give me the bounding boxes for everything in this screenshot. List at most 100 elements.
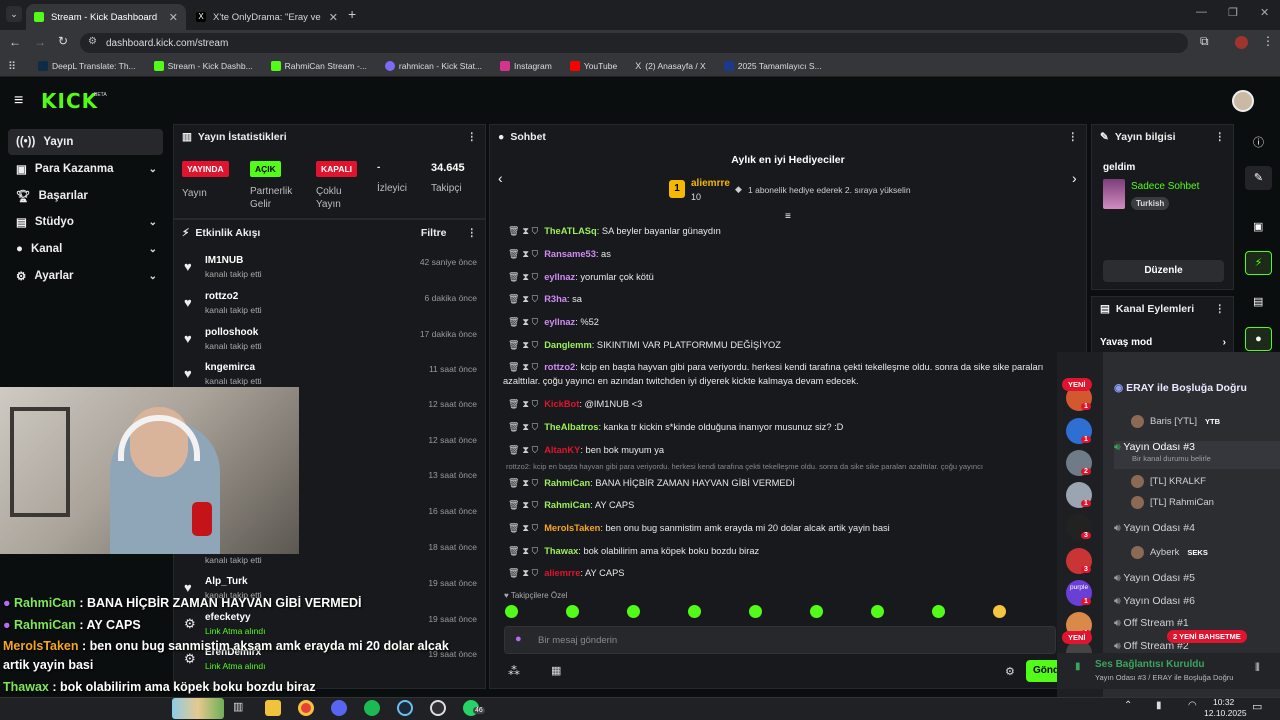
more-icon[interactable]: ⋮ bbox=[467, 227, 478, 239]
kick-logo[interactable]: KICK bbox=[41, 89, 98, 113]
mod-tools-icon[interactable]: 🗑︎ ⧗ ⛉ bbox=[508, 422, 538, 432]
close-window-button[interactable]: ✕ bbox=[1260, 6, 1269, 19]
chat-username[interactable]: Thawax bbox=[544, 546, 578, 556]
slow-mode-item[interactable]: Yavaş mod › bbox=[1100, 337, 1226, 348]
new-tab-button[interactable]: + bbox=[348, 6, 356, 22]
emote-icon[interactable] bbox=[627, 605, 640, 618]
emote-icon[interactable] bbox=[993, 605, 1006, 618]
chrome-icon[interactable] bbox=[298, 700, 314, 716]
mod-tools-icon[interactable]: 🗑︎ ⧗ ⛉ bbox=[508, 249, 538, 259]
taskbar-game-thumb[interactable] bbox=[172, 698, 224, 719]
bolt-icon[interactable]: ⚡︎ bbox=[1245, 251, 1272, 275]
chevron-up-icon[interactable]: ⌃ bbox=[1124, 700, 1132, 711]
mod-tools-icon[interactable]: 🗑︎ ⧗ ⛉ bbox=[508, 294, 538, 304]
voice-channel[interactable]: 🔊︎ Yayın Odası #5 bbox=[1114, 572, 1195, 585]
forward-icon[interactable]: → bbox=[34, 35, 46, 49]
activity-user[interactable]: polloshook bbox=[205, 327, 258, 338]
browser-tab-x[interactable]: X X'te OnlyDrama: "Eray ve Dızc... ✕ bbox=[188, 4, 346, 30]
soundwave-icon[interactable]: ⦀ bbox=[1255, 662, 1260, 675]
user-avatar[interactable] bbox=[1232, 90, 1254, 112]
activity-user[interactable]: efecketyy bbox=[205, 612, 251, 623]
voice-user[interactable]: Baris [YTL] YTB bbox=[1131, 415, 1220, 428]
edit-icon[interactable]: ✎ bbox=[1245, 166, 1272, 190]
site-info-icon[interactable]: ⚙ bbox=[88, 36, 97, 47]
bookmark-instagram[interactable]: Instagram bbox=[500, 61, 552, 71]
activity-user[interactable]: Alp_Turk bbox=[205, 576, 248, 587]
emote-icon[interactable] bbox=[749, 605, 762, 618]
mod-tools-icon[interactable]: 🗑︎ ⧗ ⛉ bbox=[508, 568, 538, 578]
mod-tools-icon[interactable]: 🗑︎ ⧗ ⛉ bbox=[508, 226, 538, 236]
voice-user[interactable]: Ayberk SEKS bbox=[1131, 546, 1208, 559]
chat-username[interactable]: TheATLASq bbox=[544, 226, 597, 236]
voice-user[interactable]: [TL] KRALKF bbox=[1131, 475, 1206, 488]
voice-channel[interactable]: 🔊︎ Yayın Odası #6 bbox=[1114, 595, 1195, 608]
chat-username[interactable]: RahmiCan bbox=[544, 478, 590, 488]
more-icon[interactable]: ⋮ bbox=[1068, 131, 1079, 143]
filter-button[interactable]: Filtre bbox=[421, 227, 447, 239]
gifter-name[interactable]: aliemrre bbox=[691, 178, 730, 189]
mod-tools-icon[interactable]: 🗑︎ ⧗ ⛉ bbox=[508, 272, 538, 282]
reload-icon[interactable]: ↻ bbox=[58, 34, 68, 48]
voice-channel[interactable]: 🔊︎ Off Stream #1 bbox=[1114, 617, 1189, 630]
clock-time[interactable]: 10:32 bbox=[1213, 697, 1234, 707]
hamburger-menu-icon[interactable]: ≡ bbox=[14, 92, 23, 110]
capture-icon[interactable]: ▣ bbox=[1253, 220, 1263, 233]
bookmark-tamamlayici[interactable]: 2025 Tamamlayıcı S... bbox=[723, 61, 822, 71]
chat-username[interactable]: MerolsTaken bbox=[544, 523, 600, 533]
settings-icon[interactable]: ⚙ bbox=[1005, 665, 1015, 678]
discord-icon[interactable] bbox=[331, 700, 347, 716]
tab-list-button[interactable]: ⌄ bbox=[6, 6, 22, 22]
mic-icon[interactable]: ▮ bbox=[1156, 700, 1162, 711]
profile-avatar-icon[interactable] bbox=[1235, 36, 1248, 49]
chat-username[interactable]: AltanKY bbox=[544, 445, 580, 455]
close-icon[interactable]: ✕ bbox=[169, 11, 178, 24]
emote-icon[interactable] bbox=[810, 605, 823, 618]
document-icon[interactable]: ▤ bbox=[1253, 295, 1263, 308]
task-view-icon[interactable]: ▥ bbox=[233, 700, 243, 713]
bookmark-kick-stats[interactable]: rahmican - Kick Stat... bbox=[384, 61, 482, 71]
mod-tools-icon[interactable]: 🗑︎ ⧗ ⛉ bbox=[508, 523, 538, 533]
steam-icon[interactable] bbox=[397, 700, 413, 716]
chat-username[interactable]: Ransame53 bbox=[544, 249, 596, 259]
gift-icon[interactable]: ▦ bbox=[551, 664, 561, 677]
chat-username[interactable]: eyllnaz bbox=[544, 317, 575, 327]
obs-icon[interactable] bbox=[430, 700, 446, 716]
wifi-icon[interactable]: ◠ bbox=[1188, 700, 1197, 711]
file-explorer-icon[interactable] bbox=[265, 700, 281, 716]
apps-icon[interactable]: ⠿ bbox=[8, 60, 16, 73]
mod-tools-icon[interactable]: 🗑︎ ⧗ ⛉ bbox=[508, 317, 538, 327]
chat-username[interactable]: TheAlbatros bbox=[544, 422, 598, 432]
chat-username[interactable]: eyllnaz bbox=[544, 272, 575, 282]
extensions-icon[interactable]: ⧉ bbox=[1200, 34, 1209, 49]
sidebar-item-yayin[interactable]: ((•)) Yayın bbox=[8, 129, 163, 155]
info-icon[interactable]: ⓘ bbox=[1253, 134, 1264, 150]
sidebar-item-kanal[interactable]: ● Kanal ⌄ bbox=[8, 236, 163, 262]
sidebar-item-studyo[interactable]: ▤ Stüdyo ⌄ bbox=[8, 209, 163, 235]
more-icon[interactable]: ⋮ bbox=[467, 131, 478, 143]
emote-icon[interactable] bbox=[932, 605, 945, 618]
emote-icon[interactable] bbox=[505, 605, 518, 618]
mod-tools-icon[interactable]: 🗑︎ ⧗ ⛉ bbox=[508, 445, 538, 455]
address-bar[interactable]: ⚙ dashboard.kick.com/stream bbox=[80, 33, 1188, 53]
browser-menu-icon[interactable]: ⋮ bbox=[1262, 34, 1274, 48]
chat-username[interactable]: aliemrre bbox=[544, 568, 580, 578]
chat-icon[interactable]: ● bbox=[1245, 327, 1272, 351]
more-icon[interactable]: ⋮ bbox=[1215, 131, 1226, 143]
category-name[interactable]: Sadece Sohbet bbox=[1131, 181, 1199, 192]
mod-tools-icon[interactable]: 🗑︎ ⧗ ⛉ bbox=[508, 340, 538, 350]
clock-date[interactable]: 12.10.2025 bbox=[1204, 708, 1247, 718]
spotify-icon[interactable] bbox=[364, 700, 380, 716]
activity-user[interactable]: IM1NUB bbox=[205, 255, 243, 266]
emote-icon[interactable] bbox=[871, 605, 884, 618]
chat-username[interactable]: R3ha bbox=[544, 294, 567, 304]
mod-tools-icon[interactable]: 🗑︎ ⧗ ⛉ bbox=[508, 399, 538, 409]
sidebar-item-para-kazanma[interactable]: ▣ Para Kazanma ⌄ bbox=[8, 156, 163, 182]
notifications-icon[interactable]: ▭ bbox=[1252, 700, 1262, 713]
chevron-left-icon[interactable]: ‹ bbox=[498, 170, 503, 186]
chat-input[interactable]: ● Bir mesaj gönderin bbox=[504, 626, 1056, 654]
chat-username[interactable]: KickBot bbox=[544, 399, 579, 409]
voice-channel[interactable]: 🔊︎ Yayın Odası #4 bbox=[1114, 522, 1195, 535]
edit-button[interactable]: Düzenle bbox=[1103, 260, 1224, 282]
activity-user[interactable]: kngemirca bbox=[205, 362, 255, 373]
mod-tools-icon[interactable]: 🗑︎ ⧗ ⛉ bbox=[508, 478, 538, 488]
